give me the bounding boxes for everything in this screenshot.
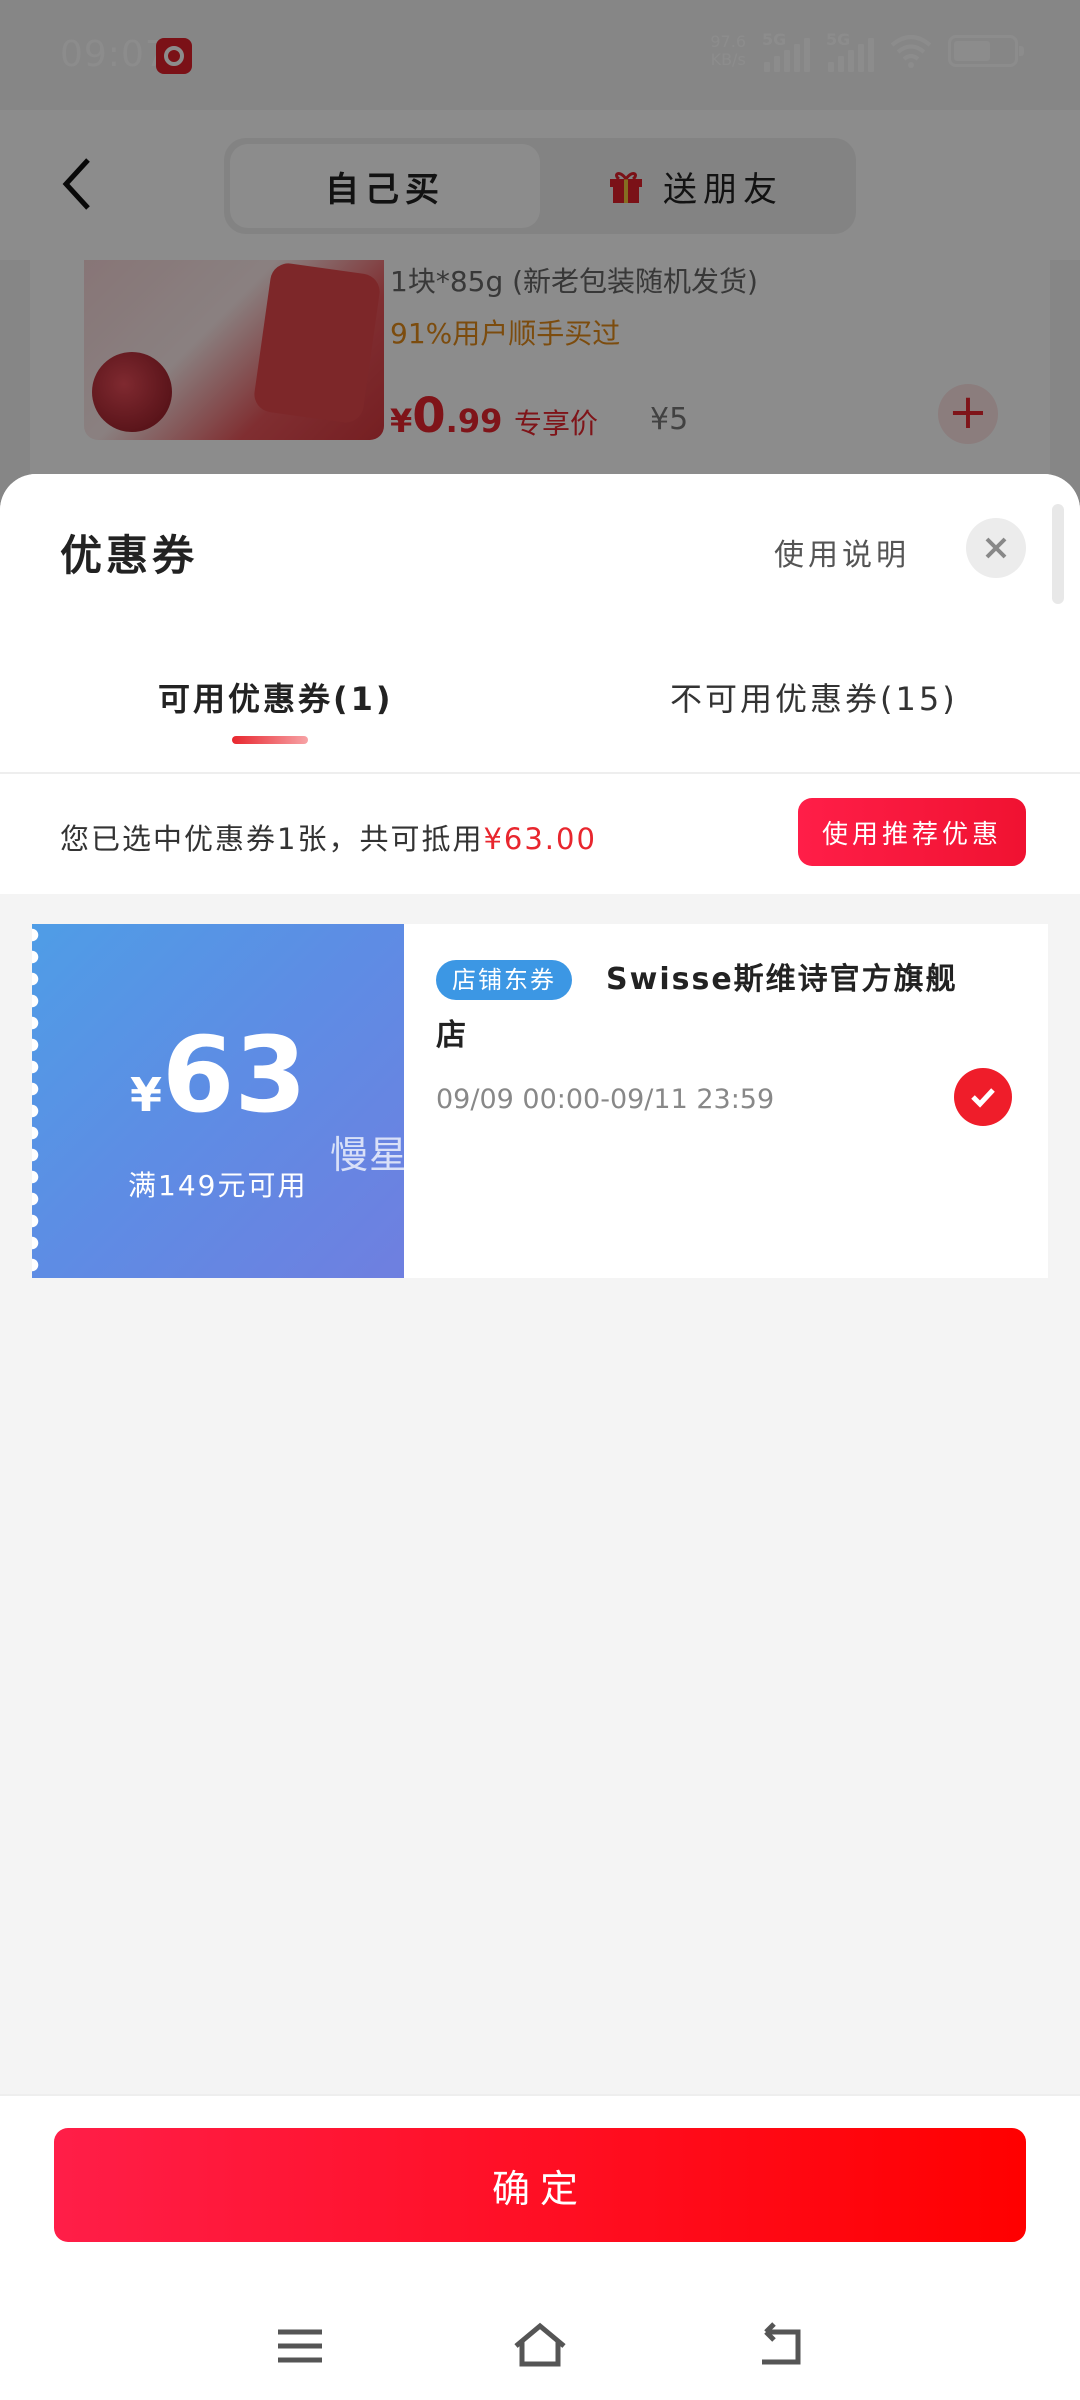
sheet-header: 优惠券 使用说明 可用优惠券(1) 不可用优惠券(15)	[0, 474, 1080, 774]
use-recommended-button[interactable]: 使用推荐优惠	[798, 798, 1026, 866]
close-icon	[985, 537, 1007, 559]
sheet-title: 优惠券	[60, 531, 199, 580]
back-nav-icon[interactable]	[750, 2316, 810, 2376]
confirm-button[interactable]: 确定	[54, 2128, 1026, 2242]
selection-summary: 您已选中优惠券1张，共可抵用¥63.00 使用推荐优惠	[0, 774, 1080, 894]
close-button[interactable]	[966, 518, 1026, 578]
summary-text: 您已选中优惠券1张，共可抵用¥63.00	[60, 822, 597, 856]
coupon-card[interactable]: ¥63 满149元可用 Swisse斯维诗官方旗舰店 店铺东券 09/09 00…	[32, 924, 1048, 1278]
active-tab-indicator	[232, 736, 308, 744]
modal-overlay[interactable]	[0, 0, 1080, 520]
watermark: 慢星人697504​6UQ	[330, 1133, 683, 1177]
coupon-value: ¥63	[130, 1014, 307, 1136]
coupon-select-checkbox[interactable]	[954, 1068, 1012, 1126]
home-icon[interactable]	[510, 2316, 570, 2376]
tab-unavailable-coupons[interactable]: 不可用优惠券(15)	[670, 674, 958, 720]
coupon-value-panel: ¥63 满149元可用	[32, 924, 404, 1278]
scroll-indicator	[1052, 504, 1064, 604]
check-icon	[971, 1088, 995, 1108]
usage-instructions-link[interactable]: 使用说明	[774, 530, 910, 574]
sheet-footer: 确定	[0, 2094, 1080, 2400]
menu-icon[interactable]	[270, 2316, 330, 2376]
coupon-validity: 09/09 00:00-09/11 23:59	[436, 1084, 775, 1115]
coupon-sheet: 优惠券 使用说明 可用优惠券(1) 不可用优惠券(15) 您已选中优惠券1张，共…	[0, 474, 1080, 2400]
system-nav-bar	[0, 2296, 1080, 2400]
coupon-condition: 满149元可用	[128, 1169, 308, 1202]
coupon-type-badge: 店铺东券	[436, 960, 572, 1000]
summary-amount: ¥63.00	[483, 822, 597, 856]
tab-available-coupons[interactable]: 可用优惠券(1)	[158, 674, 394, 720]
